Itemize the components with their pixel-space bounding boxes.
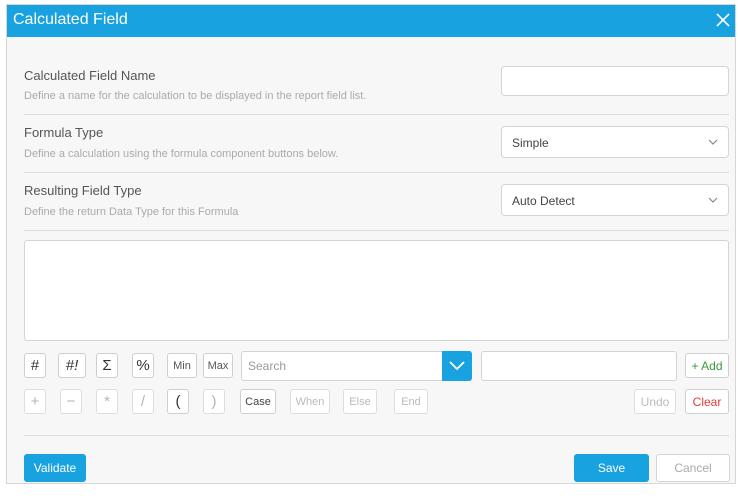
cancel-button[interactable]: Cancel	[656, 454, 730, 482]
result-type-description: Define the return Data Type for this For…	[24, 206, 239, 218]
min-button[interactable]: Min	[167, 353, 197, 378]
value-input[interactable]	[481, 351, 677, 381]
hash-bang-button[interactable]: #!	[58, 353, 86, 378]
divider	[24, 435, 729, 436]
divider	[24, 172, 729, 173]
max-button[interactable]: Max	[203, 353, 233, 378]
name-label: Calculated Field Name	[24, 68, 156, 83]
close-paren-button[interactable]: )	[203, 389, 225, 414]
open-paren-button[interactable]: (	[167, 389, 189, 414]
formula-type-label: Formula Type	[24, 125, 104, 140]
hash-button[interactable]: #	[24, 353, 46, 378]
sum-button[interactable]: Σ	[96, 353, 118, 378]
else-button[interactable]: Else	[343, 389, 377, 414]
validate-button[interactable]: Validate	[24, 454, 86, 482]
result-type-value: Auto Detect	[512, 194, 575, 208]
name-description: Define a name for the calculation to be …	[24, 90, 367, 102]
field-search	[241, 351, 471, 381]
save-button[interactable]: Save	[574, 454, 649, 482]
multiply-button[interactable]: *	[96, 389, 118, 414]
divide-button[interactable]: /	[132, 389, 154, 414]
formula-type-value: Simple	[512, 136, 549, 150]
case-button[interactable]: Case	[240, 389, 276, 414]
divider	[24, 230, 729, 231]
dialog-title: Calculated Field	[13, 11, 128, 28]
close-icon[interactable]	[711, 7, 735, 33]
divider	[24, 114, 729, 115]
when-button[interactable]: When	[290, 389, 330, 414]
undo-button[interactable]: Undo	[634, 389, 676, 414]
chevron-down-icon	[449, 361, 465, 371]
chevron-down-icon	[708, 139, 718, 145]
name-input[interactable]	[501, 66, 729, 96]
formula-editor[interactable]	[24, 240, 729, 341]
add-button[interactable]: + Add	[685, 353, 729, 378]
end-button[interactable]: End	[394, 389, 428, 414]
formula-type-select[interactable]: Simple	[501, 126, 729, 158]
result-type-label: Resulting Field Type	[24, 183, 142, 198]
plus-button[interactable]: +	[24, 389, 46, 414]
percent-button[interactable]: %	[132, 353, 154, 378]
search-input[interactable]	[242, 352, 432, 380]
minus-button[interactable]: −	[60, 389, 82, 414]
search-dropdown-button[interactable]	[442, 351, 472, 381]
calculated-field-dialog: Calculated Field Calculated Field Name D…	[6, 4, 736, 484]
formula-type-description: Define a calculation using the formula c…	[24, 148, 339, 160]
clear-button[interactable]: Clear	[685, 389, 729, 414]
result-type-select[interactable]: Auto Detect	[501, 184, 729, 216]
chevron-down-icon	[708, 197, 718, 203]
dialog-titlebar: Calculated Field	[7, 5, 735, 37]
